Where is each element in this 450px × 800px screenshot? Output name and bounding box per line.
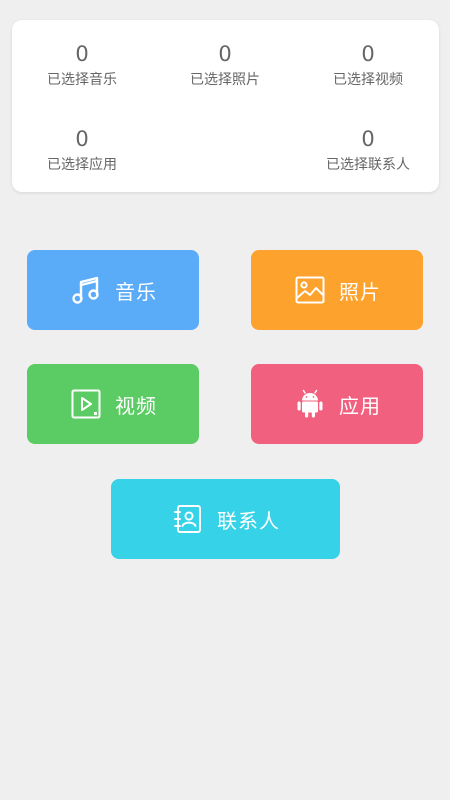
photos-button[interactable]: 照片 [251,250,423,330]
selected-music-label: 已选择音乐 [47,72,117,88]
selected-music-count: 0 [75,42,89,66]
selected-contacts-stat: 0 已选择联系人 [298,127,438,175]
selected-photos-count: 0 [218,42,232,66]
music-button[interactable]: 音乐 [27,250,199,330]
android-icon [293,387,327,421]
photos-button-label: 照片 [339,279,381,304]
selected-photos-label: 已选择照片 [190,72,260,88]
music-note-icon [69,273,103,307]
apps-button[interactable]: 应用 [251,364,423,444]
selected-videos-stat: 0 已选择视频 [298,42,438,90]
music-button-label: 音乐 [115,279,157,304]
selected-apps-stat: 0 已选择应用 [12,127,152,175]
selected-photos-stat: 0 已选择照片 [155,42,295,90]
apps-button-label: 应用 [339,393,381,418]
contacts-button[interactable]: 联系人 [111,479,340,559]
selected-apps-label: 已选择应用 [47,157,117,173]
selection-summary-card: 0 已选择音乐 0 已选择照片 0 已选择视频 0 已选择应用 0 已选择联系人 [12,20,439,192]
contact-book-icon [171,502,205,536]
selected-apps-count: 0 [75,127,89,151]
selected-contacts-label: 已选择联系人 [326,157,410,173]
selected-videos-label: 已选择视频 [333,72,403,88]
contacts-button-label: 联系人 [217,508,280,533]
transfer-selection-screen: 0 已选择音乐 0 已选择照片 0 已选择视频 0 已选择应用 0 已选择联系人 [0,0,450,800]
videos-button-label: 视频 [115,393,157,418]
selected-contacts-count: 0 [361,127,375,151]
image-icon [293,273,327,307]
videos-button[interactable]: 视频 [27,364,199,444]
selected-music-stat: 0 已选择音乐 [12,42,152,90]
selected-videos-count: 0 [361,42,375,66]
video-play-icon [69,387,103,421]
